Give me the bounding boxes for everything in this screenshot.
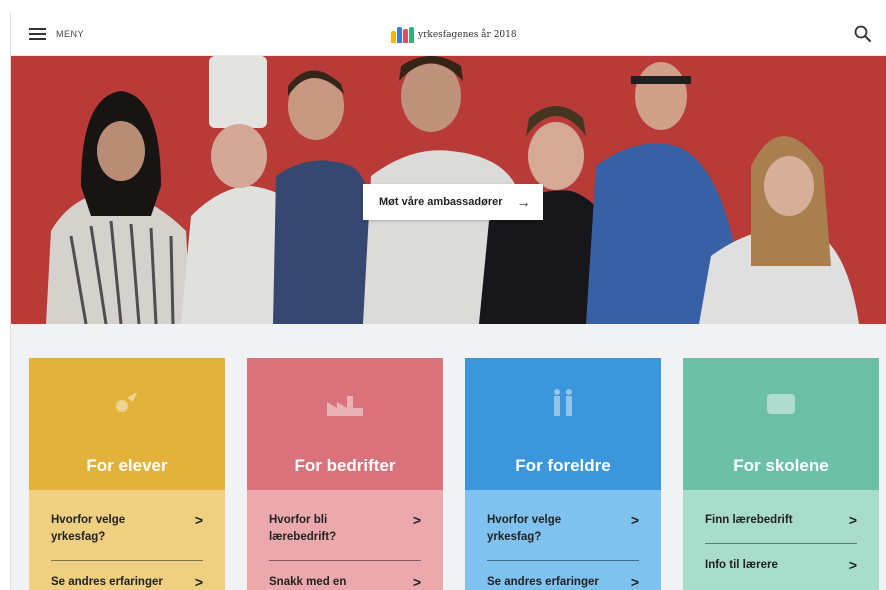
meet-ambassadors-button[interactable]: Møt våre ambassadører →	[363, 184, 543, 220]
card-link[interactable]: Info til lærere >	[705, 544, 857, 574]
card-link[interactable]: Snakk med en >	[269, 561, 421, 590]
search-button[interactable]	[853, 24, 873, 44]
card-link-label: Info til lærere	[705, 557, 778, 574]
card-link[interactable]: Hvorfor velge yrkesfag? >	[51, 490, 203, 560]
card-link-line: Se andres erfaringer	[487, 576, 599, 588]
audience-card: For skolene Finn lærebedrift > Info til lær…	[683, 358, 879, 590]
card-title: For skolene	[733, 456, 829, 475]
card-link-label: Hvorfor velge yrkesfag?	[487, 512, 561, 546]
card-link-line: Hvorfor velge	[487, 514, 562, 526]
audience-card: For bedrifter Hvorfor bli lærebedrift? > Sna…	[247, 358, 443, 590]
card-link-line: Hvorfor velge	[51, 514, 126, 526]
card-links: Hvorfor velge yrkesfag? > Se andres erfarin…	[465, 490, 661, 590]
factory-icon	[325, 388, 365, 418]
chevron-right-icon: >	[412, 574, 421, 590]
card-header[interactable]: For bedrifter	[247, 358, 443, 490]
chevron-right-icon: >	[848, 512, 857, 528]
card-link[interactable]: Se andres erfaringer >	[51, 561, 203, 590]
card-link-line: Hvorfor bli	[269, 514, 328, 526]
card-title: For foreldre	[515, 456, 611, 475]
hamburger-icon	[29, 28, 46, 40]
card-title: For bedrifter	[294, 456, 396, 475]
chevron-right-icon: >	[194, 574, 203, 590]
school-icon	[761, 388, 801, 418]
menu-button[interactable]: MENY	[29, 24, 84, 44]
card-links: Finn lærebedrift > Info til lærere >	[683, 490, 879, 590]
card-link-line: Snakk med en	[269, 576, 347, 588]
card-link-line: Se andres erfaringer	[51, 576, 163, 588]
logo-figure	[397, 27, 402, 43]
logo-text: yrkesfagenes år 2018	[418, 30, 517, 40]
logo-figure	[391, 31, 396, 43]
card-link[interactable]: Se andres erfaringer >	[487, 561, 639, 590]
audience-card: For elever Hvorfor velge yrkesfag? > Se andr…	[29, 358, 225, 590]
card-link-line: yrkesfag?	[487, 531, 542, 543]
card-link-label: Finn lærebedrift	[705, 512, 793, 529]
card-link-label: Se andres erfaringer	[51, 574, 163, 590]
card-title: For elever	[86, 456, 168, 475]
card-links: Hvorfor velge yrkesfag? > Se andres erfarin…	[29, 490, 225, 590]
menu-label: MENY	[56, 29, 85, 39]
elever-icon	[107, 388, 147, 418]
card-link-label: Hvorfor bli lærebedrift?	[269, 512, 336, 546]
card-link[interactable]: Hvorfor velge yrkesfag? >	[487, 490, 639, 560]
logo-figure	[403, 29, 408, 43]
audience-card: For foreldre Hvorfor velge yrkesfag? > Se an…	[465, 358, 661, 590]
card-link-label: Hvorfor velge yrkesfag?	[51, 512, 125, 546]
card-header[interactable]: For elever	[29, 358, 225, 490]
card-link-line: lærebedrift?	[269, 531, 337, 543]
audience-cards: For elever Hvorfor velge yrkesfag? > Se andr…	[29, 358, 879, 590]
chevron-right-icon: >	[630, 574, 639, 590]
card-header[interactable]: For skolene	[683, 358, 879, 490]
chevron-right-icon: >	[412, 512, 421, 528]
card-link-line: Finn lærebedrift	[705, 514, 793, 526]
parents-icon	[543, 388, 583, 418]
chevron-right-icon: >	[194, 512, 203, 528]
arrow-right-icon: →	[516, 194, 531, 210]
card-links: Hvorfor bli lærebedrift? > Snakk med en >	[247, 490, 443, 590]
chevron-right-icon: >	[630, 512, 639, 528]
search-icon	[854, 25, 871, 42]
logo-figure	[409, 27, 414, 43]
card-link-label: Snakk med en	[269, 574, 346, 590]
card-link[interactable]: Finn lærebedrift >	[705, 490, 857, 543]
site-logo[interactable]: yrkesfagenes år 2018	[391, 25, 517, 45]
card-link-line: yrkesfag?	[51, 531, 106, 543]
hero-banner: Møt våre ambassadører →	[11, 56, 886, 324]
card-link-line: Info til lærere	[705, 559, 778, 571]
top-navigation-bar: MENY yrkesfagenes år 2018	[11, 12, 886, 56]
card-link[interactable]: Hvorfor bli lærebedrift? >	[269, 490, 421, 560]
card-link-label: Se andres erfaringer	[487, 574, 599, 590]
page: MENY yrkesfagenes år 2018 Møt våre ambas…	[10, 12, 886, 590]
logo-figures-icon	[391, 27, 414, 43]
meet-ambassadors-label: Møt våre ambassadører	[379, 196, 503, 208]
card-header[interactable]: For foreldre	[465, 358, 661, 490]
chevron-right-icon: >	[848, 557, 857, 573]
